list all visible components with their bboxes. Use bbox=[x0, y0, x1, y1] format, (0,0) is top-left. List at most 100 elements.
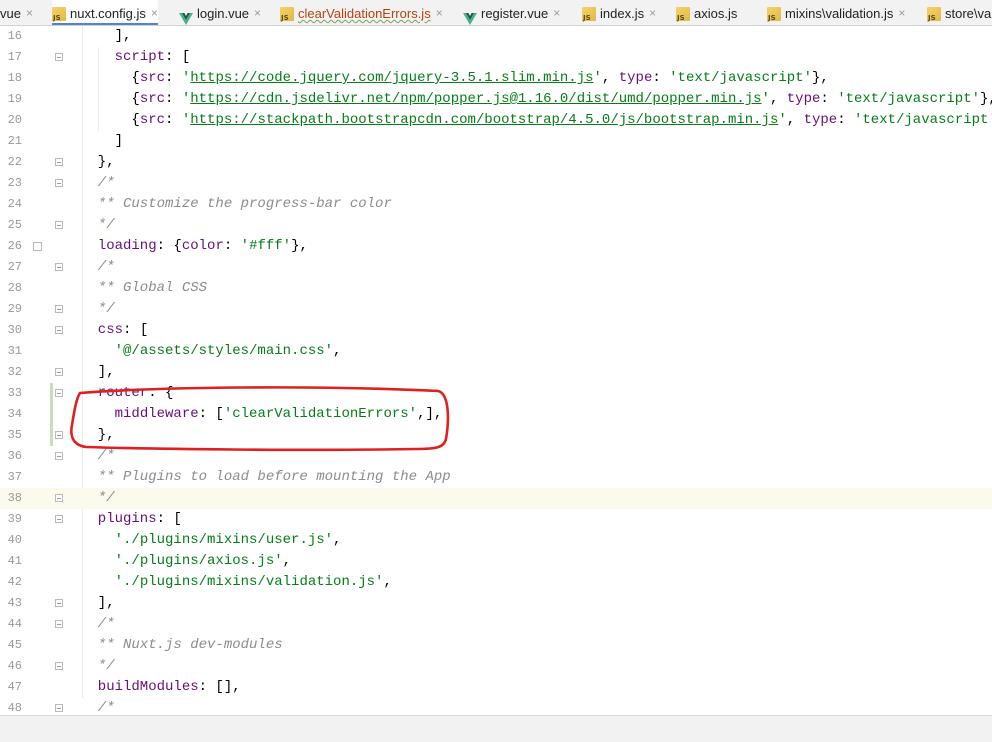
code-line[interactable]: 19 {src: 'https://cdn.jsdelivr.net/npm/p… bbox=[0, 89, 992, 110]
code-line[interactable]: 33 router: { bbox=[0, 383, 992, 404]
line-number[interactable]: 38 bbox=[0, 488, 22, 509]
fold-toggle-icon[interactable] bbox=[55, 494, 63, 502]
code-string[interactable]: https://cdn.jsdelivr.net/npm/popper.js@1… bbox=[190, 91, 761, 107]
close-tab-icon[interactable]: × bbox=[649, 6, 656, 20]
code-line[interactable]: 44 /* bbox=[0, 614, 992, 635]
line-number[interactable]: 27 bbox=[0, 257, 22, 278]
line-number[interactable]: 35 bbox=[0, 425, 22, 446]
tab-nuxt-config-js[interactable]: nuxt.config.js × bbox=[52, 0, 158, 25]
line-number[interactable]: 24 bbox=[0, 194, 22, 215]
line-number[interactable]: 43 bbox=[0, 593, 22, 614]
fold-toggle-icon[interactable] bbox=[55, 179, 63, 187]
line-number[interactable]: 33 bbox=[0, 383, 22, 404]
fold-toggle-icon[interactable] bbox=[55, 305, 63, 313]
line-number[interactable]: 42 bbox=[0, 572, 22, 593]
tab-store-va[interactable]: store\va bbox=[927, 0, 991, 25]
fold-toggle-icon[interactable] bbox=[55, 368, 63, 376]
line-number[interactable]: 19 bbox=[0, 89, 22, 110]
line-number[interactable]: 44 bbox=[0, 614, 22, 635]
code-line[interactable]: 39 plugins: [ bbox=[0, 509, 992, 530]
fold-toggle-icon[interactable] bbox=[55, 431, 63, 439]
line-number[interactable]: 45 bbox=[0, 635, 22, 656]
code-line[interactable]: 45 ** Nuxt.js dev-modules bbox=[0, 635, 992, 656]
code-line[interactable]: 29 */ bbox=[0, 299, 992, 320]
close-tab-icon[interactable]: × bbox=[553, 6, 560, 20]
line-number[interactable]: 39 bbox=[0, 509, 22, 530]
code-line[interactable]: 26 loading: {color: '#fff'}, bbox=[0, 236, 992, 257]
code-line[interactable]: 28 ** Global CSS bbox=[0, 278, 992, 299]
code-line[interactable]: 23 /* bbox=[0, 173, 992, 194]
code-line[interactable]: 46 */ bbox=[0, 656, 992, 677]
code-string[interactable]: https://stackpath.bootstrapcdn.com/boots… bbox=[190, 112, 778, 128]
line-number[interactable]: 21 bbox=[0, 131, 22, 152]
line-number[interactable]: 41 bbox=[0, 551, 22, 572]
code-line[interactable]: 41 './plugins/axios.js', bbox=[0, 551, 992, 572]
line-number[interactable]: 32 bbox=[0, 362, 22, 383]
line-number[interactable]: 23 bbox=[0, 173, 22, 194]
line-number[interactable]: 31 bbox=[0, 341, 22, 362]
line-number[interactable]: 26 bbox=[0, 236, 22, 257]
tab-axios-js[interactable]: axios.js bbox=[676, 0, 737, 25]
code-line[interactable]: 18 {src: 'https://code.jquery.com/jquery… bbox=[0, 68, 992, 89]
code-line[interactable]: 20 {src: 'https://stackpath.bootstrapcdn… bbox=[0, 110, 992, 131]
fold-toggle-icon[interactable] bbox=[55, 704, 63, 712]
code-line[interactable]: 30 css: [ bbox=[0, 320, 992, 341]
code-line[interactable]: 34 middleware: ['clearValidationErrors',… bbox=[0, 404, 992, 425]
line-number[interactable]: 20 bbox=[0, 110, 22, 131]
tab-mixins-validation-js[interactable]: mixins\validation.js × bbox=[767, 0, 905, 25]
code-editor[interactable]: 16 ], 17 script: [18 {src: 'https://code.… bbox=[0, 26, 992, 716]
breakpoint-marker-icon[interactable] bbox=[33, 242, 42, 251]
code-line[interactable]: 16 ], bbox=[0, 26, 992, 47]
close-tab-icon[interactable]: × bbox=[436, 6, 443, 20]
line-number[interactable]: 30 bbox=[0, 320, 22, 341]
code-line[interactable]: 25 */ bbox=[0, 215, 992, 236]
code-line[interactable]: 22 }, bbox=[0, 152, 992, 173]
line-number[interactable]: 34 bbox=[0, 404, 22, 425]
line-number[interactable]: 37 bbox=[0, 467, 22, 488]
code-line[interactable]: 24 ** Customize the progress-bar color bbox=[0, 194, 992, 215]
fold-toggle-icon[interactable] bbox=[55, 620, 63, 628]
tab-register-vue[interactable]: register.vue × bbox=[463, 0, 560, 25]
code-line[interactable]: 35 }, bbox=[0, 425, 992, 446]
line-number[interactable]: 36 bbox=[0, 446, 22, 467]
line-number[interactable]: 46 bbox=[0, 656, 22, 677]
code-line[interactable]: 21 ] bbox=[0, 131, 992, 152]
code-line[interactable]: 37 ** Plugins to load before mounting th… bbox=[0, 467, 992, 488]
fold-toggle-icon[interactable] bbox=[55, 158, 63, 166]
code-line[interactable]: 40 './plugins/mixins/user.js', bbox=[0, 530, 992, 551]
line-number[interactable]: 28 bbox=[0, 278, 22, 299]
line-number[interactable]: 29 bbox=[0, 299, 22, 320]
close-tab-icon[interactable]: × bbox=[151, 6, 158, 20]
code-line[interactable]: 47 buildModules: [], bbox=[0, 677, 992, 698]
fold-toggle-icon[interactable] bbox=[55, 662, 63, 670]
close-tab-icon[interactable]: × bbox=[254, 6, 261, 20]
code-line[interactable]: 38 */ bbox=[0, 488, 992, 509]
code-string[interactable]: https://code.jquery.com/jquery-3.5.1.sli… bbox=[190, 70, 593, 86]
line-number[interactable]: 22 bbox=[0, 152, 22, 173]
fold-toggle-icon[interactable] bbox=[55, 599, 63, 607]
fold-toggle-icon[interactable] bbox=[55, 53, 63, 61]
fold-toggle-icon[interactable] bbox=[55, 263, 63, 271]
code-line[interactable]: 17 script: [ bbox=[0, 47, 992, 68]
fold-toggle-icon[interactable] bbox=[55, 452, 63, 460]
fold-toggle-icon[interactable] bbox=[55, 515, 63, 523]
line-number[interactable]: 47 bbox=[0, 677, 22, 698]
fold-toggle-icon[interactable] bbox=[55, 389, 63, 397]
tab-vue[interactable]: vue × bbox=[0, 0, 33, 25]
code-line[interactable]: 42 './plugins/mixins/validation.js', bbox=[0, 572, 992, 593]
close-tab-icon[interactable]: × bbox=[26, 6, 33, 20]
line-number[interactable]: 40 bbox=[0, 530, 22, 551]
tab-clearvalidationerrors-js[interactable]: clearValidationErrors.js × bbox=[280, 0, 443, 25]
fold-toggle-icon[interactable] bbox=[55, 221, 63, 229]
fold-toggle-icon[interactable] bbox=[55, 326, 63, 334]
code-line[interactable]: 32 ], bbox=[0, 362, 992, 383]
close-tab-icon[interactable]: × bbox=[898, 6, 905, 20]
code-line[interactable]: 27 /* bbox=[0, 257, 992, 278]
code-line[interactable]: 36 /* bbox=[0, 446, 992, 467]
code-line[interactable]: 43 ], bbox=[0, 593, 992, 614]
line-number[interactable]: 25 bbox=[0, 215, 22, 236]
tab-index-js[interactable]: index.js × bbox=[582, 0, 656, 25]
tab-login-vue[interactable]: login.vue × bbox=[179, 0, 261, 25]
line-number[interactable]: 17 bbox=[0, 47, 22, 68]
line-number[interactable]: 18 bbox=[0, 68, 22, 89]
